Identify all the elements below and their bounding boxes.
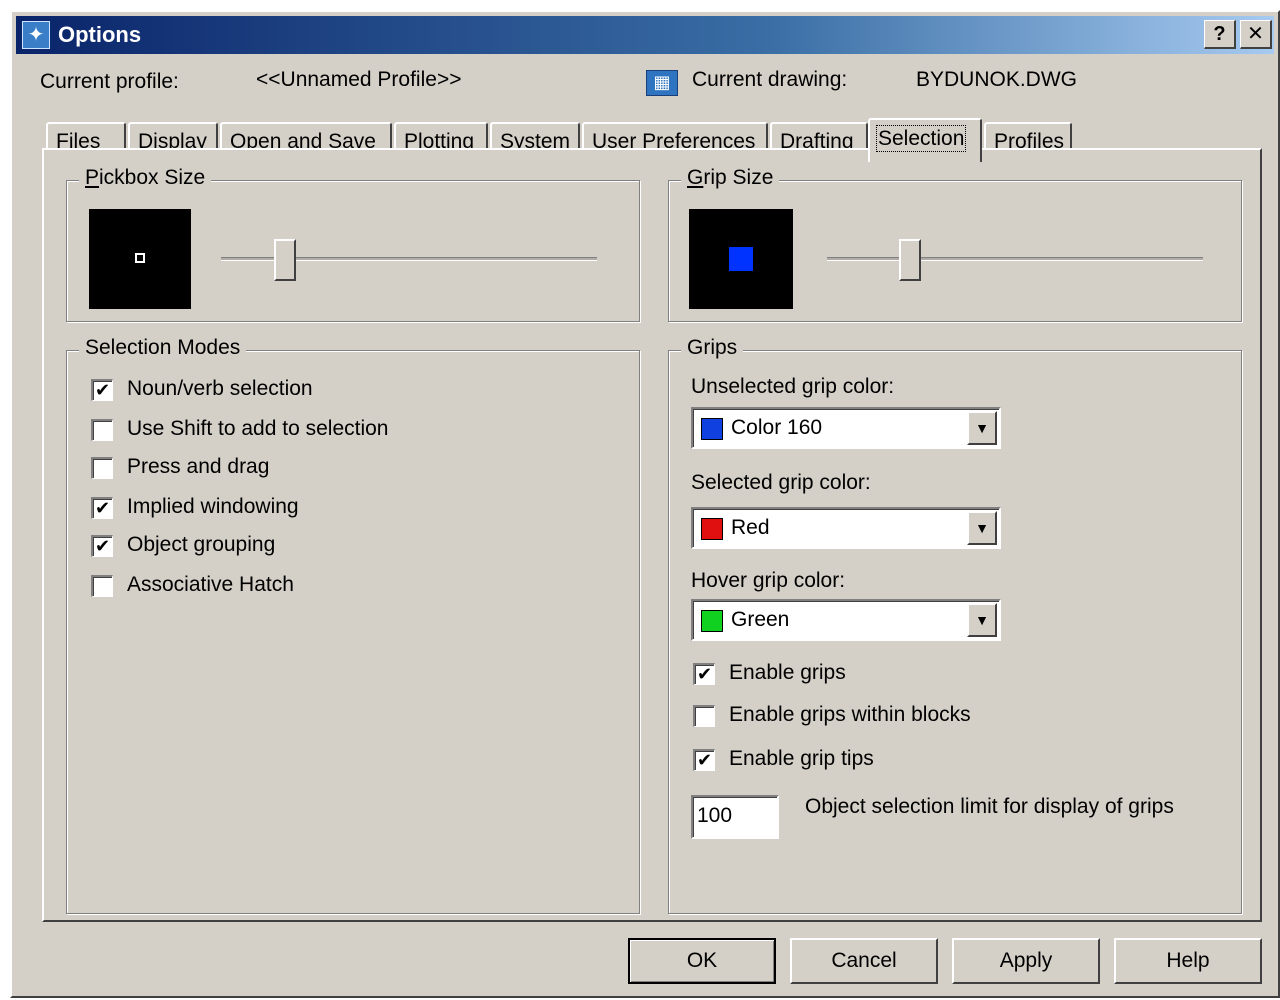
ok-button[interactable]: OK xyxy=(628,938,776,984)
hover-grip-color-label: Hover grip color: xyxy=(691,569,846,592)
use-shift-checkbox[interactable] xyxy=(91,419,113,441)
drawing-icon: ▦ xyxy=(646,70,678,96)
use-shift-label: Use Shift to add to selection xyxy=(127,417,389,440)
pickbox-slider-thumb[interactable] xyxy=(273,239,296,281)
selected-grip-color-label: Selected grip color: xyxy=(691,471,871,494)
enable-grips-label: Enable grips xyxy=(729,661,846,684)
press-and-drag-checkbox[interactable] xyxy=(91,457,113,479)
grip-size-title: Grip Size xyxy=(681,166,780,190)
current-drawing-label: Current drawing: xyxy=(692,68,848,91)
title-bar[interactable]: ✦ Options ? ✕ xyxy=(16,16,1274,54)
grip-size-preview xyxy=(689,209,793,309)
unselected-grip-color-select[interactable]: Color 160 ▼ xyxy=(691,407,1001,449)
unselected-grip-color-swatch xyxy=(701,418,723,440)
chevron-down-icon[interactable]: ▼ xyxy=(967,511,997,545)
grip-size-slider-track[interactable] xyxy=(827,257,1203,261)
implied-windowing-label: Implied windowing xyxy=(127,495,299,518)
grips-group: Grips Unselected grip color: Color 160 ▼… xyxy=(668,336,1242,914)
enable-grip-tips-label: Enable grip tips xyxy=(729,747,874,770)
close-button[interactable]: ✕ xyxy=(1240,20,1272,49)
window-title: Options xyxy=(58,22,142,47)
selected-grip-color-value: Red xyxy=(731,516,770,539)
grip-size-slider-thumb[interactable] xyxy=(898,239,921,281)
pickbox-marker xyxy=(135,253,145,263)
current-drawing-value: BYDUNOK.DWG xyxy=(916,68,1078,91)
hover-grip-color-swatch xyxy=(701,610,723,632)
help-dialog-button[interactable]: Help xyxy=(1114,938,1262,984)
selected-grip-color-select[interactable]: Red ▼ xyxy=(691,507,1001,549)
chevron-down-icon[interactable]: ▼ xyxy=(967,603,997,637)
cancel-button[interactable]: Cancel xyxy=(790,938,938,984)
grip-marker xyxy=(729,247,753,271)
selection-modes-group: Selection Modes ✔ Noun/verb selection Us… xyxy=(66,336,640,914)
object-grouping-checkbox[interactable]: ✔ xyxy=(91,535,113,557)
noun-verb-selection-label: Noun/verb selection xyxy=(127,377,313,400)
enable-grips-within-blocks-label: Enable grips within blocks xyxy=(729,703,971,726)
current-profile-value: <<Unnamed Profile>> xyxy=(256,68,462,91)
grips-title: Grips xyxy=(681,336,744,360)
implied-windowing-checkbox[interactable]: ✔ xyxy=(91,497,113,519)
press-and-drag-label: Press and drag xyxy=(127,455,270,478)
enable-grips-checkbox[interactable]: ✔ xyxy=(693,663,715,685)
help-button[interactable]: ? xyxy=(1204,20,1236,49)
pickbox-size-title-rest: ickbox Size xyxy=(99,166,206,189)
hover-grip-color-select[interactable]: Green ▼ xyxy=(691,599,1001,641)
object-grouping-label: Object grouping xyxy=(127,533,276,556)
options-dialog: ✦ Options ? ✕ Current profile: <<Unnamed… xyxy=(10,10,1280,998)
grip-selection-limit-input[interactable]: 100 xyxy=(691,795,779,839)
grip-selection-limit-label: Object selection limit for display of gr… xyxy=(805,795,1174,818)
apply-button[interactable]: Apply xyxy=(952,938,1100,984)
pickbox-size-group: Pickbox Size xyxy=(66,166,640,322)
tab-selection[interactable]: Selection xyxy=(868,118,982,162)
selection-tab-panel: Pickbox Size Grip Size Selection Modes ✔… xyxy=(42,148,1262,922)
pickbox-preview xyxy=(89,209,191,309)
noun-verb-selection-checkbox[interactable]: ✔ xyxy=(91,379,113,401)
chevron-down-icon[interactable]: ▼ xyxy=(967,411,997,445)
enable-grips-within-blocks-checkbox[interactable] xyxy=(693,705,715,727)
app-icon: ✦ xyxy=(22,21,50,49)
pickbox-size-title: Pickbox Size xyxy=(79,166,212,190)
selected-grip-color-swatch xyxy=(701,518,723,540)
hover-grip-color-value: Green xyxy=(731,608,790,631)
enable-grip-tips-checkbox[interactable]: ✔ xyxy=(693,749,715,771)
tab-selection-label: Selection xyxy=(875,125,967,152)
associative-hatch-checkbox[interactable] xyxy=(91,575,113,597)
associative-hatch-label: Associative Hatch xyxy=(127,573,294,596)
grip-size-group: Grip Size xyxy=(668,166,1242,322)
unselected-grip-color-value: Color 160 xyxy=(731,416,823,439)
grip-size-title-rest: rip Size xyxy=(703,166,774,189)
selection-modes-title: Selection Modes xyxy=(79,336,247,360)
current-profile-label: Current profile: xyxy=(40,70,179,93)
unselected-grip-color-label: Unselected grip color: xyxy=(691,375,895,398)
